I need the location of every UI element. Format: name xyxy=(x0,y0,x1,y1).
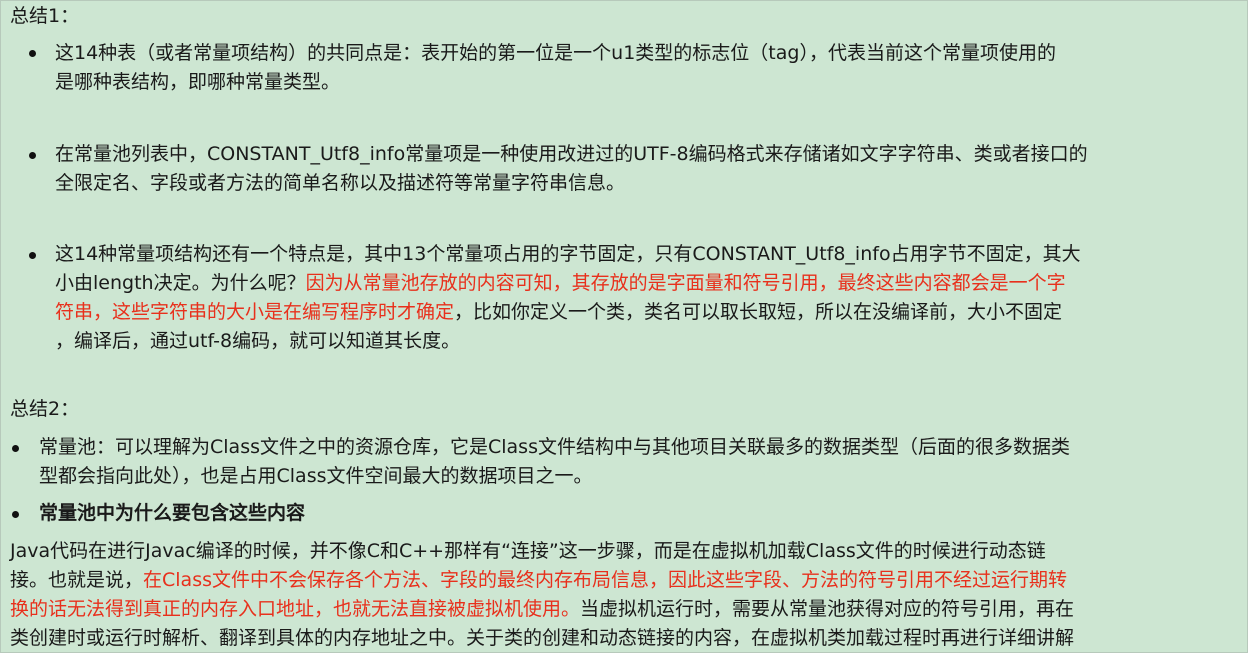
text-line: 这14种表（或者常量项结构）的共同点是：表开始的第一位是一个u1类型的标志位（t… xyxy=(55,42,1056,64)
text-line: 换的话无法得到真正的内存入口地址，也就无法直接被虚拟机使用。当虚拟机运行时，需要… xyxy=(10,595,1240,624)
summary1-heading: 总结1： xyxy=(10,5,80,27)
text-line: 是哪种表结构，即哪种常量类型。 xyxy=(55,71,341,93)
summary1-item-1: 这14种表（或者常量项结构）的共同点是：表开始的第一位是一个u1类型的标志位（t… xyxy=(55,39,1240,97)
bullet-icon xyxy=(12,511,19,518)
text-span: ，比如你定义一个类，类名可以取长取短，所以在没编译前，大小不固定 xyxy=(454,301,1063,323)
text-line: 小由length决定。为什么呢？因为从常量池存放的内容可知，其存放的是字面量和符… xyxy=(55,269,1240,298)
bullet-icon xyxy=(29,50,36,57)
text-line: 常量池：可以理解为Class文件之中的资源仓库，它是Class文件结构中与其他项… xyxy=(39,436,1070,458)
bullet-icon xyxy=(12,445,19,452)
text-line: 全限定名、字段或者方法的简单名称以及描述符等常量字符串信息。 xyxy=(55,172,626,194)
text-line: 符串，这些字符串的大小是在编写程序时才确定，比如你定义一个类，类名可以取长取短，… xyxy=(55,298,1240,327)
summary1-item-3: 这14种常量项结构还有一个特点是，其中13个常量项占用的字节固定，只有CONST… xyxy=(55,240,1240,356)
summary2-paragraph: Java代码在进行Javac编译的时候，并不像C和C++那样有“连接”这一步骤，… xyxy=(10,537,1240,653)
text-line: 接。也就是说，在Class文件中不会保存各个方法、字段的最终内存布局信息，因此这… xyxy=(10,566,1240,595)
text-line: 在常量池列表中，CONSTANT_Utf8_info常量项是一种使用改进过的UT… xyxy=(55,143,1088,165)
summary1-item-2: 在常量池列表中，CONSTANT_Utf8_info常量项是一种使用改进过的UT… xyxy=(55,140,1240,198)
highlighted-text: 因为从常量池存放的内容可知，其存放的是字面量和符号引用，最终这些内容都会是一个字 xyxy=(305,272,1066,294)
bullet-icon xyxy=(29,152,36,159)
summary2-item-2: 常量池中为什么要包含这些内容 xyxy=(39,502,306,524)
text-line: 类创建时或运行时解析、翻译到具体的内存地址之中。关于类的创建和动态链接的内容，在… xyxy=(10,627,1075,649)
text-line: Java代码在进行Javac编译的时候，并不像C和C++那样有“连接”这一步骤，… xyxy=(10,540,1046,562)
bullet-icon xyxy=(29,252,36,259)
text-span: 当虚拟机运行时，需要从常量池获得对应的符号引用，再在 xyxy=(580,598,1075,620)
summary2-heading: 总结2： xyxy=(10,398,80,420)
text-line: 型都会指向此处），也是占用Class文件空间最大的数据项目之一。 xyxy=(39,465,593,487)
highlighted-text: 符串，这些字符串的大小是在编写程序时才确定 xyxy=(55,301,455,323)
highlighted-text: 在Class文件中不会保存各个方法、字段的最终内存布局信息，因此这些字段、方法的… xyxy=(143,569,1068,591)
text-span: 小由length决定。为什么呢？ xyxy=(55,272,306,294)
text-line: 这14种常量项结构还有一个特点是，其中13个常量项占用的字节固定，只有CONST… xyxy=(55,243,1081,265)
summary2-item-1: 常量池：可以理解为Class文件之中的资源仓库，它是Class文件结构中与其他项… xyxy=(39,433,1239,491)
highlighted-text: 换的话无法得到真正的内存入口地址，也就无法直接被虚拟机使用。 xyxy=(10,598,581,620)
text-line: ，编译后，通过utf-8编码，就可以知道其长度。 xyxy=(55,330,461,352)
text-span: 接。也就是说， xyxy=(10,569,144,591)
